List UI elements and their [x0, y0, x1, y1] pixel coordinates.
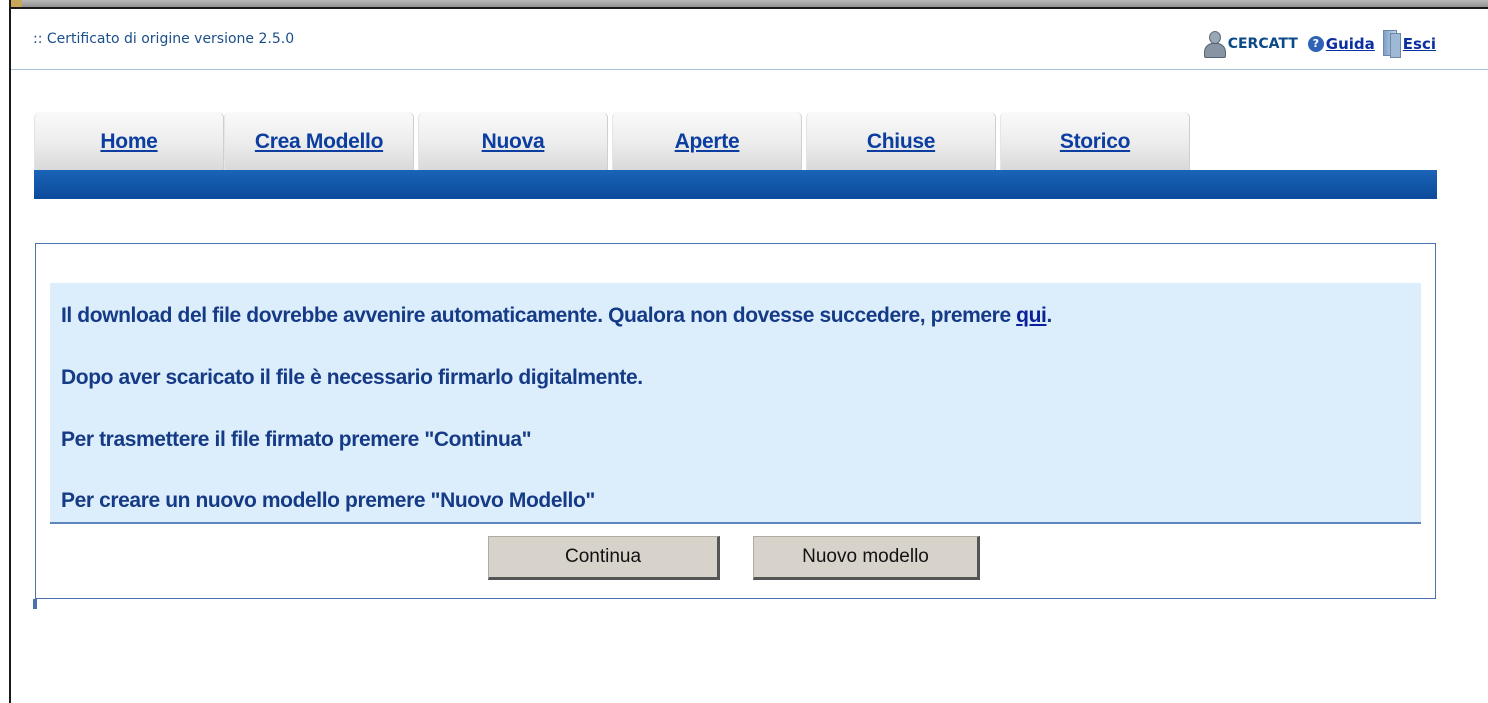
new-model-message: Per creare un nuovo modello premere "Nuo…: [61, 489, 595, 512]
sign-message: Dopo aver scaricato il file è necessario…: [61, 366, 643, 389]
window-frame-left-line: [9, 0, 11, 703]
help-icon[interactable]: ?: [1307, 36, 1324, 52]
door-leaf: [1389, 33, 1401, 58]
panel-corner-mark: [33, 599, 37, 609]
exit-link[interactable]: Esci: [1403, 35, 1436, 53]
tab-storico-label[interactable]: Storico: [1060, 130, 1131, 154]
exit-door-icon[interactable]: [1381, 30, 1401, 58]
user-icon-body: [1203, 43, 1226, 58]
tab-storico[interactable]: Storico: [1000, 112, 1190, 170]
download-message-end: .: [1046, 304, 1052, 327]
tab-chiuse-label[interactable]: Chiuse: [867, 130, 936, 154]
tab-home[interactable]: Home: [34, 112, 224, 170]
user-icon: [1203, 31, 1226, 58]
new-model-button[interactable]: Nuovo modello: [753, 536, 980, 580]
download-message-text: Il download del file dovrebbe avvenire a…: [61, 304, 1017, 327]
tab-home-label[interactable]: Home: [100, 130, 157, 154]
info-message-box: Il download del file dovrebbe avvenire a…: [50, 283, 1421, 524]
user-name: CERCATT: [1227, 36, 1298, 52]
tab-aperte[interactable]: Aperte: [612, 112, 802, 170]
tab-nuova[interactable]: Nuova: [418, 112, 608, 170]
tab-chiuse[interactable]: Chiuse: [806, 112, 996, 170]
tab-underline-bar: [34, 170, 1437, 199]
continue-message: Per trasmettere il file firmato premere …: [61, 428, 532, 451]
app-title: :: Certificato di origine versione 2.5.0: [33, 31, 295, 47]
download-message: Il download del file dovrebbe avvenire a…: [61, 304, 1052, 328]
tab-aperte-label[interactable]: Aperte: [675, 130, 740, 154]
download-here-link[interactable]: qui: [1016, 304, 1047, 327]
continue-button[interactable]: Continua: [488, 536, 720, 580]
help-link[interactable]: Guida: [1326, 35, 1375, 53]
tab-crea-modello[interactable]: Crea Modello: [224, 112, 414, 170]
tab-nuova-label[interactable]: Nuova: [482, 130, 545, 154]
tab-crea-modello-label[interactable]: Crea Modello: [255, 130, 384, 154]
page-header: :: Certificato di origine versione 2.5.0…: [11, 9, 1488, 70]
user-area: CERCATT ? Guida Esci: [1203, 30, 1436, 58]
